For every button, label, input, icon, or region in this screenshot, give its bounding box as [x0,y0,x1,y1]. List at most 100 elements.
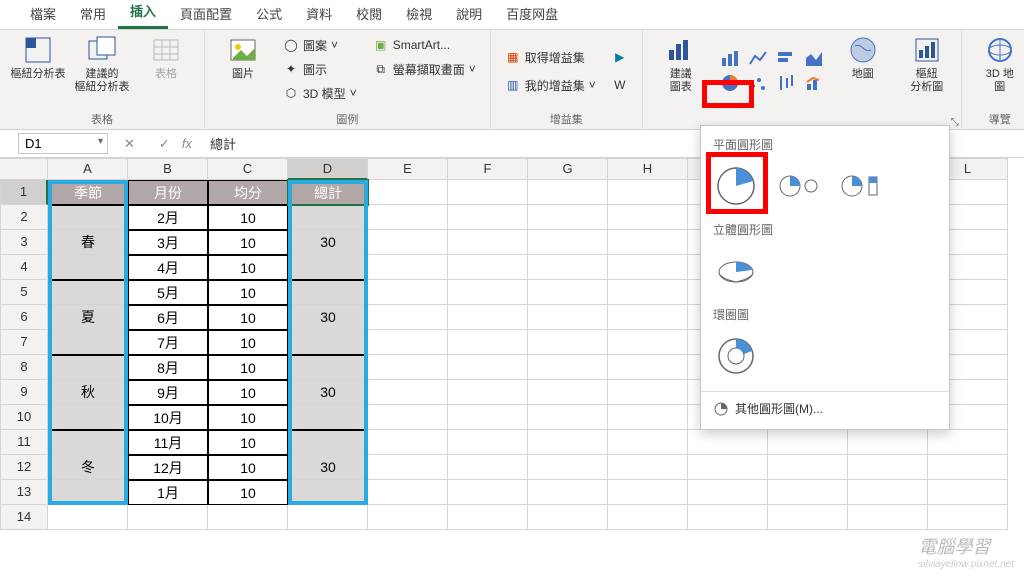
cell-F7[interactable] [448,330,528,355]
cell-F9[interactable] [448,380,528,405]
row-header-11[interactable]: 11 [0,430,48,455]
row-header-9[interactable]: 9 [0,380,48,405]
pivot-chart-button[interactable]: 樞紐 分析圖 [899,34,955,94]
cell-I14[interactable] [688,505,768,530]
cell-I12[interactable] [688,455,768,480]
cell-J11[interactable] [768,430,848,455]
cell-B11[interactable]: 11月 [128,430,208,455]
cell-H7[interactable] [608,330,688,355]
line-chart-icon[interactable] [745,48,771,70]
cell-G14[interactable] [528,505,608,530]
row-header-14[interactable]: 14 [0,505,48,530]
cell-D7[interactable] [288,330,368,355]
cell-A5[interactable] [48,280,128,305]
cell-A14[interactable] [48,505,128,530]
cell-A3[interactable]: 春 [48,230,128,255]
cell-E10[interactable] [368,405,448,430]
tab-百度网盘[interactable]: 百度网盘 [494,0,570,29]
cell-E7[interactable] [368,330,448,355]
col-header-D[interactable]: D [288,158,368,180]
fx-icon[interactable]: fx [182,136,202,151]
select-all-corner[interactable] [0,158,48,180]
cell-F1[interactable] [448,180,528,205]
cell-C3[interactable]: 10 [208,230,288,255]
tab-說明[interactable]: 說明 [444,0,494,29]
cell-G13[interactable] [528,480,608,505]
cell-L13[interactable] [928,480,1008,505]
cell-G8[interactable] [528,355,608,380]
cell-D1[interactable]: 總計 [288,180,368,205]
cell-E3[interactable] [368,230,448,255]
wiki-button[interactable]: W [608,74,632,96]
cell-C13[interactable]: 10 [208,480,288,505]
tab-頁面配置[interactable]: 頁面配置 [168,0,244,29]
row-header-10[interactable]: 10 [0,405,48,430]
cell-E2[interactable] [368,205,448,230]
cell-E8[interactable] [368,355,448,380]
cell-G3[interactable] [528,230,608,255]
cell-A4[interactable] [48,255,128,280]
enter-icon[interactable]: ✓ [147,136,182,152]
cell-D8[interactable] [288,355,368,380]
cell-D14[interactable] [288,505,368,530]
cell-C2[interactable]: 10 [208,205,288,230]
maps-button[interactable]: 地圖 [835,34,891,81]
cell-A1[interactable]: 季節 [48,180,128,205]
screenshot-button[interactable]: ⧉螢幕擷取畫面 ˅ [369,58,480,80]
cell-H12[interactable] [608,455,688,480]
cell-F10[interactable] [448,405,528,430]
cell-B10[interactable]: 10月 [128,405,208,430]
cell-C14[interactable] [208,505,288,530]
cell-L11[interactable] [928,430,1008,455]
row-header-3[interactable]: 3 [0,230,48,255]
col-header-E[interactable]: E [368,158,448,180]
cell-E14[interactable] [368,505,448,530]
pictures-button[interactable]: 圖片 [215,34,271,81]
cell-A12[interactable]: 冬 [48,455,128,480]
cell-K11[interactable] [848,430,928,455]
cancel-icon[interactable]: ✕ [112,136,147,152]
cell-F6[interactable] [448,305,528,330]
cell-C8[interactable]: 10 [208,355,288,380]
tab-公式[interactable]: 公式 [244,0,294,29]
cell-B8[interactable]: 8月 [128,355,208,380]
bar-of-pie-option[interactable] [837,163,883,209]
bar-chart-icon[interactable] [717,48,743,70]
pie-2d-option[interactable] [713,163,759,209]
tab-插入[interactable]: 插入 [118,0,168,29]
cell-H6[interactable] [608,305,688,330]
cell-D12[interactable]: 30 [288,455,368,480]
cell-D3[interactable]: 30 [288,230,368,255]
cell-C5[interactable]: 10 [208,280,288,305]
3d-map-button[interactable]: 3D 地 圖 [972,34,1024,94]
scatter-chart-icon[interactable] [745,72,771,94]
column-chart-icon[interactable] [773,48,799,70]
cell-E9[interactable] [368,380,448,405]
cell-E5[interactable] [368,280,448,305]
cell-G12[interactable] [528,455,608,480]
cell-H9[interactable] [608,380,688,405]
doughnut-option[interactable] [713,333,759,379]
row-header-5[interactable]: 5 [0,280,48,305]
area-chart-icon[interactable] [801,48,827,70]
shapes-button[interactable]: ◯圖案 ˅ [279,34,361,56]
cell-A10[interactable] [48,405,128,430]
cell-H4[interactable] [608,255,688,280]
cell-I13[interactable] [688,480,768,505]
cell-C7[interactable]: 10 [208,330,288,355]
cell-E6[interactable] [368,305,448,330]
cell-K12[interactable] [848,455,928,480]
cell-C11[interactable]: 10 [208,430,288,455]
cell-C6[interactable]: 10 [208,305,288,330]
cell-D9[interactable]: 30 [288,380,368,405]
cell-G10[interactable] [528,405,608,430]
cell-G4[interactable] [528,255,608,280]
cell-G2[interactable] [528,205,608,230]
cell-G1[interactable] [528,180,608,205]
cell-F13[interactable] [448,480,528,505]
combo-chart-icon[interactable] [801,72,827,94]
cell-F12[interactable] [448,455,528,480]
row-header-1[interactable]: 1 [0,180,48,205]
recommended-charts-button[interactable]: 建議 圖表 [653,34,709,94]
row-header-6[interactable]: 6 [0,305,48,330]
